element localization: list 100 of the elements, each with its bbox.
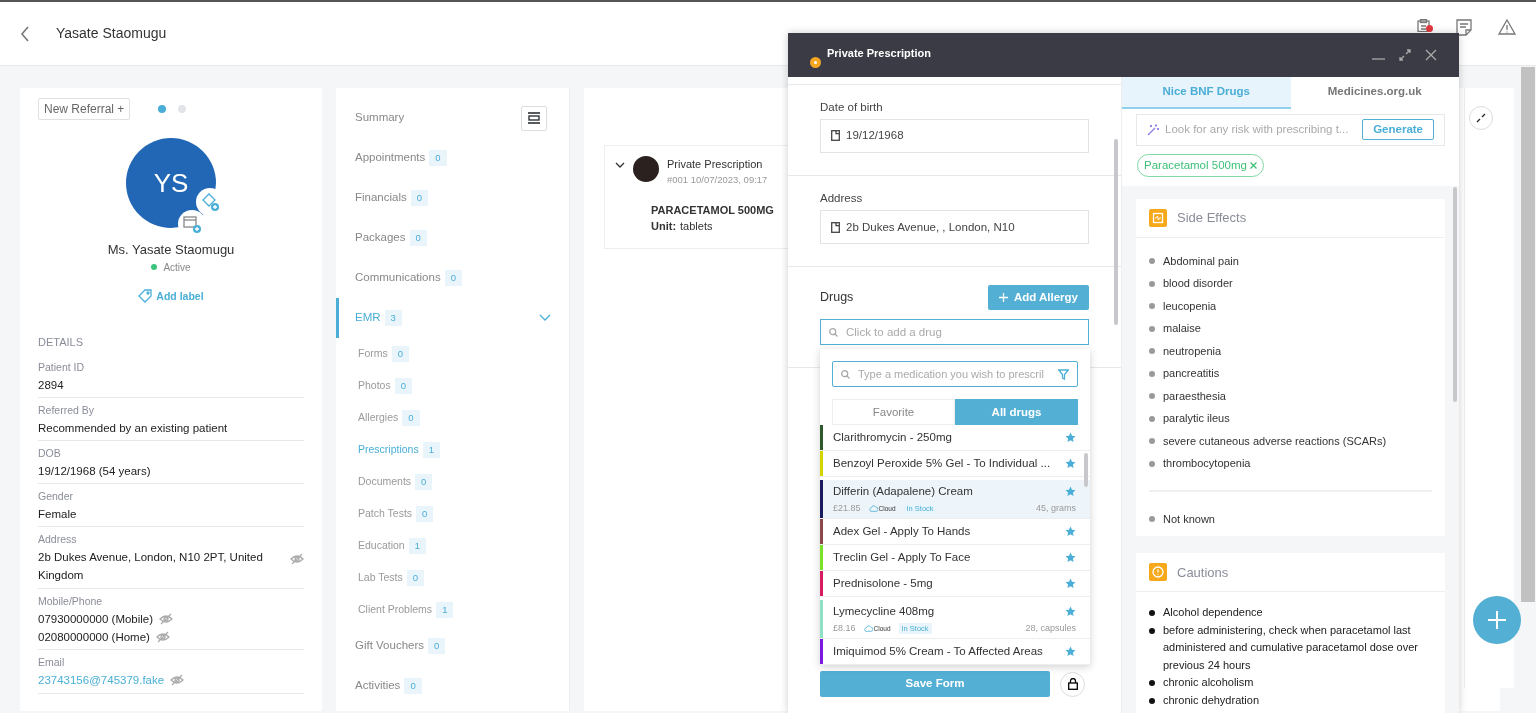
count-badge: 0 [404, 677, 422, 695]
search-icon [841, 369, 850, 379]
star-icon[interactable] [1065, 526, 1076, 538]
save-form-button[interactable]: Save Form [820, 671, 1050, 697]
star-icon[interactable] [1065, 432, 1076, 444]
expand-icon[interactable] [1399, 48, 1411, 61]
new-referral-button[interactable]: New Referral + [38, 98, 131, 120]
notification-dot [1426, 25, 1433, 32]
count-badge: 0 [416, 505, 434, 523]
add-label-link[interactable]: Add label [138, 288, 204, 305]
nav-subitem[interactable]: Photos [358, 378, 391, 394]
card-plus-icon[interactable] [182, 214, 202, 234]
chevron-down-icon[interactable] [615, 162, 625, 169]
star-icon[interactable] [1065, 646, 1076, 658]
list-item: neutropenia [1163, 343, 1222, 359]
patient-name: Yasate Staomugu [56, 24, 167, 43]
record-title: Private Prescription [667, 157, 764, 172]
clipboard-icon[interactable] [1417, 19, 1430, 32]
eye-slash-icon[interactable] [159, 612, 174, 625]
source-tab[interactable]: Nice BNF Drugs [1122, 76, 1291, 109]
activity-icon [1149, 208, 1167, 227]
nav-label[interactable]: Activities [355, 677, 401, 695]
nav-subitem[interactable]: Documents [358, 474, 412, 490]
detail-label: DOB [38, 446, 62, 462]
medication-search-field[interactable]: Type a medication you wish to prescril [832, 361, 1078, 388]
calendar-icon [831, 221, 840, 233]
star-icon[interactable] [1065, 552, 1076, 564]
detail-label: Referred By [38, 402, 96, 418]
drug-list-item[interactable]: Clarithromycin - 250mg [820, 425, 1090, 452]
star-icon[interactable] [1065, 605, 1076, 617]
page-scrollbar[interactable] [1521, 67, 1535, 602]
drug-filter-tab[interactable]: All drugs [955, 399, 1078, 426]
add-allergy-button[interactable]: Add Allergy [987, 285, 1089, 311]
nav-subitem[interactable]: Forms [358, 346, 388, 362]
nav-label[interactable]: Financials [355, 189, 407, 207]
eye-slash-icon[interactable] [290, 553, 304, 566]
collapse-toggle-button[interactable] [521, 105, 547, 131]
pack-size: 45, grams [1035, 501, 1076, 515]
drugs-label: Drugs [820, 289, 854, 307]
detail-value: Recommended by an existing patient [38, 420, 228, 436]
count-badge: 0 [402, 409, 420, 427]
lock-button[interactable] [1060, 671, 1085, 697]
close-icon[interactable] [1249, 161, 1257, 169]
count-badge: 0 [428, 637, 446, 655]
warning-icon[interactable] [1498, 19, 1516, 35]
count-badge: 0 [394, 377, 412, 395]
drug-chip[interactable]: Paracetamol 500mg [1137, 153, 1264, 177]
star-icon[interactable] [1065, 458, 1076, 470]
filter-icon[interactable] [1058, 368, 1069, 380]
nav-label[interactable]: Packages [355, 229, 406, 247]
nav-subitem[interactable]: Education [358, 538, 405, 554]
drug-list-item[interactable]: Imiquimod 5% Cream - To Affected Areas [820, 639, 1090, 666]
unit-value: tablets [680, 219, 713, 235]
nav-subitem[interactable]: Prescriptions [358, 442, 419, 458]
close-icon[interactable] [1425, 48, 1437, 61]
list-item: Abdominal pain [1163, 253, 1239, 269]
pager-dot[interactable] [158, 105, 167, 113]
list-scrollbar[interactable] [1084, 453, 1088, 488]
drug-name: Differin (Adapalene) Cream [833, 483, 973, 499]
nav-label[interactable]: EMR [355, 309, 381, 327]
ai-prompt-field[interactable]: Look for any risk with prescribing t... [1165, 121, 1363, 139]
eye-slash-icon[interactable] [155, 631, 170, 644]
field-label: Date of birth [820, 99, 884, 115]
drug-name: Benzoyl Peroxide 5% Gel - To Individual ... [833, 456, 1051, 472]
drug-list-item[interactable]: Prednisolone - 5mg [820, 571, 1090, 598]
nav-label[interactable]: Gift Vouchers [355, 637, 425, 655]
back-icon[interactable] [20, 25, 30, 42]
pager-dot[interactable] [178, 105, 187, 113]
list-item: blood disorder [1163, 276, 1233, 292]
count-badge: 0 [406, 569, 425, 587]
star-icon[interactable] [1065, 578, 1076, 590]
drug-list-item[interactable]: Treclin Gel - Apply To Face [820, 545, 1090, 572]
card-title: Side Effects [1177, 209, 1247, 228]
nav-subitem[interactable]: Allergies [358, 410, 399, 426]
count-badge: 0 [415, 473, 433, 491]
avatar: YS [126, 138, 216, 228]
detail-value: 02080000000 (Home) [38, 630, 150, 645]
form-scrollbar[interactable] [1114, 138, 1118, 325]
text-field[interactable]: 2b Dukes Avenue, , London, N10 [820, 210, 1089, 245]
nav-label[interactable]: Communications [355, 269, 441, 287]
star-icon[interactable] [1065, 485, 1076, 497]
drug-search-field[interactable]: Click to add a drug [820, 319, 1089, 346]
tag-icon [138, 289, 153, 304]
drug-filter-tab[interactable]: Favorite [832, 399, 955, 426]
generate-button[interactable]: Generate [1362, 119, 1434, 141]
eye-slash-icon[interactable] [170, 674, 185, 687]
text-field[interactable]: 19/12/1968 [820, 118, 1089, 153]
cloud-logo-icon [863, 625, 873, 633]
details-heading: DETAILS [38, 335, 85, 351]
nav-subitem[interactable]: Client Problems [358, 602, 433, 618]
nav-label[interactable]: Appointments [355, 149, 426, 167]
lock-icon [1067, 678, 1078, 690]
nav-subitem[interactable]: Patch Tests [358, 506, 413, 522]
plus-icon [998, 293, 1008, 303]
panel-scrollbar[interactable] [1453, 186, 1457, 402]
nav-subitem[interactable]: Lab Tests [358, 570, 403, 586]
email-link[interactable]: 23743156@745379.fake [38, 671, 165, 690]
drug-list-item[interactable]: Adex Gel - Apply To Hands [820, 519, 1090, 546]
nav-item[interactable]: Summary [355, 109, 405, 127]
note-icon[interactable] [1456, 19, 1472, 36]
